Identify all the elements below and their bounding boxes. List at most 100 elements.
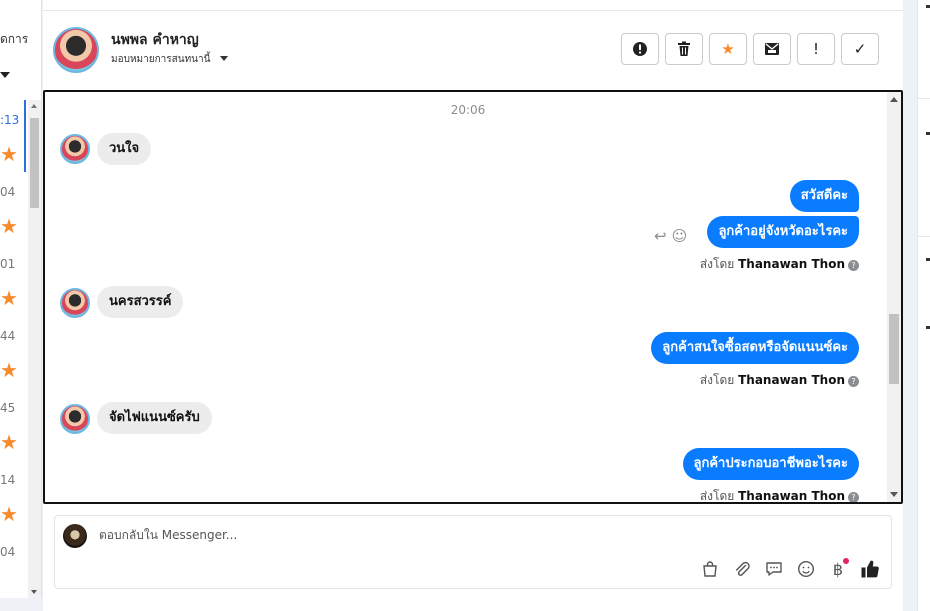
star-icon: ★	[721, 40, 735, 58]
emoji-icon	[797, 560, 815, 578]
list-item[interactable]: ★	[0, 208, 26, 244]
emoji-reaction-icon[interactable]: ☺	[672, 227, 688, 245]
details-panel	[917, 0, 930, 611]
star-icon: ★	[0, 358, 18, 382]
report-button[interactable]	[621, 33, 659, 65]
avatar	[60, 134, 90, 164]
chat-panel: นพพล คำหาญ มอบหมายการสนทนานี้ ★ ! ✓ 20:0…	[43, 0, 903, 611]
thumbs-up-icon	[861, 560, 879, 578]
list-item[interactable]: ★	[0, 136, 26, 172]
conversation-items: :13 ★ 04 ★ 01 ★ 44 ★ 45 ★ 14 ★ 04	[0, 100, 26, 568]
spam-button[interactable]: !	[797, 33, 835, 65]
exclamation-icon: !	[812, 40, 819, 58]
conversation-list-scrollbar[interactable]	[28, 100, 41, 598]
done-button[interactable]: ✓	[841, 33, 879, 65]
incoming-message[interactable]: จัดไฟแนนซ์ครับ	[97, 402, 212, 434]
list-item-time: 45	[0, 401, 16, 415]
saved-replies-button[interactable]	[763, 558, 785, 580]
reply-input[interactable]	[99, 528, 799, 542]
scrollbar-thumb[interactable]	[30, 118, 39, 208]
product-bag-button[interactable]	[699, 558, 721, 580]
list-item[interactable]: 04	[0, 532, 26, 568]
reply-icon[interactable]: ↩	[654, 227, 667, 245]
divider	[43, 10, 903, 11]
sent-by-prefix: ส่งโดย	[699, 373, 735, 387]
sent-by-label: ส่งโดย Thanawan Thon?	[700, 255, 859, 274]
panel-text-fragment	[926, 5, 930, 8]
scrollbar-thumb[interactable]	[889, 314, 899, 384]
trash-icon	[678, 41, 690, 56]
message-composer: ฿	[54, 515, 892, 589]
outgoing-message[interactable]: สวัสดีคะ	[789, 180, 859, 212]
outgoing-message[interactable]: ลูกค้าสนใจซื้อสดหรือจัดแนนซ์คะ	[651, 332, 859, 364]
baht-icon: ฿	[832, 559, 844, 579]
message-thread-scrollbar[interactable]	[887, 92, 901, 502]
paperclip-icon	[735, 561, 750, 576]
chat-bubble-icon	[766, 562, 782, 576]
list-item[interactable]: ★	[0, 424, 26, 460]
mark-unread-button[interactable]	[753, 33, 791, 65]
message-timestamp: 20:06	[450, 103, 486, 117]
conversation-list: ดการ :13 ★ 04 ★ 01 ★ 44 ★ 45 ★ 14 ★ 04	[0, 0, 42, 598]
outgoing-message[interactable]: ลูกค้าอยู่จังหวัดอะไรคะ	[707, 216, 859, 248]
star-icon: ★	[0, 142, 18, 166]
scroll-up-icon[interactable]	[31, 104, 37, 108]
avatar	[60, 404, 90, 434]
list-item-time: 01	[0, 257, 16, 271]
message-thread[interactable]: 20:06 วนใจ สวัสดีคะ ↩ ☺ ลูกค้าอยู่จังหวั…	[43, 90, 903, 504]
message-actions: ↩ ☺	[654, 227, 687, 245]
list-item[interactable]: 14	[0, 460, 26, 496]
sent-by-label: ส่งโดย Thanawan Thon?	[699, 487, 859, 503]
attach-button[interactable]	[731, 558, 753, 580]
outgoing-message[interactable]: ลูกค้าประกอบอาชีพอะไรคะ	[682, 448, 859, 480]
delete-button[interactable]	[665, 33, 703, 65]
list-item[interactable]: 44	[0, 316, 26, 352]
assign-conversation-label[interactable]: มอบหมายการสนทนานี้	[111, 52, 210, 67]
contact-name[interactable]: นพพล คำหาญ	[111, 29, 199, 51]
emoji-button[interactable]	[795, 558, 817, 580]
list-item[interactable]: ★	[0, 352, 26, 388]
avatar	[63, 524, 87, 548]
help-icon[interactable]: ?	[848, 492, 859, 502]
sent-by-prefix: ส่งโดย	[699, 489, 735, 503]
list-item-time: 04	[0, 185, 16, 199]
payment-button[interactable]: ฿	[827, 558, 849, 580]
help-icon[interactable]: ?	[848, 376, 859, 387]
list-item[interactable]: :13	[0, 100, 26, 172]
panel-text-fragment	[926, 258, 930, 261]
avatar	[60, 288, 90, 318]
scroll-up-icon[interactable]	[890, 97, 898, 102]
sent-by-name: Thanawan Thon	[738, 373, 845, 387]
avatar[interactable]	[53, 27, 99, 73]
notification-dot	[843, 558, 849, 564]
list-item[interactable]: 45	[0, 388, 26, 424]
sent-by-prefix: ส่งโดย	[699, 257, 735, 271]
incoming-message[interactable]: วนใจ	[97, 133, 152, 165]
divider	[918, 98, 930, 99]
list-item-time: 44	[0, 329, 16, 343]
star-icon: ★	[0, 430, 18, 454]
star-icon: ★	[0, 502, 18, 526]
like-button[interactable]	[859, 558, 881, 580]
alert-icon	[633, 42, 647, 56]
sent-by-name: Thanawan Thon	[738, 489, 845, 503]
list-item-time: 04	[0, 545, 16, 559]
sent-by-name: Thanawan Thon	[738, 257, 845, 271]
sent-by-label: ส่งโดย Thanawan Thon?	[700, 371, 859, 390]
incoming-message[interactable]: นครสวรรค์	[97, 286, 184, 318]
star-icon: ★	[0, 286, 18, 310]
chevron-down-icon[interactable]	[0, 72, 10, 78]
list-item[interactable]: 01	[0, 244, 26, 280]
list-item[interactable]: ★	[0, 496, 26, 532]
scroll-down-icon[interactable]	[31, 590, 37, 594]
list-item[interactable]: ★	[0, 280, 26, 316]
star-button[interactable]: ★	[709, 33, 747, 65]
scroll-down-icon[interactable]	[890, 492, 898, 497]
list-item-time: 14	[0, 473, 16, 487]
chevron-down-icon[interactable]	[220, 56, 228, 61]
help-icon[interactable]: ?	[848, 260, 859, 271]
panel-text-fragment	[926, 132, 930, 135]
check-icon: ✓	[853, 40, 867, 58]
list-item-time: :13	[0, 113, 20, 127]
list-item[interactable]: 04	[0, 172, 26, 208]
